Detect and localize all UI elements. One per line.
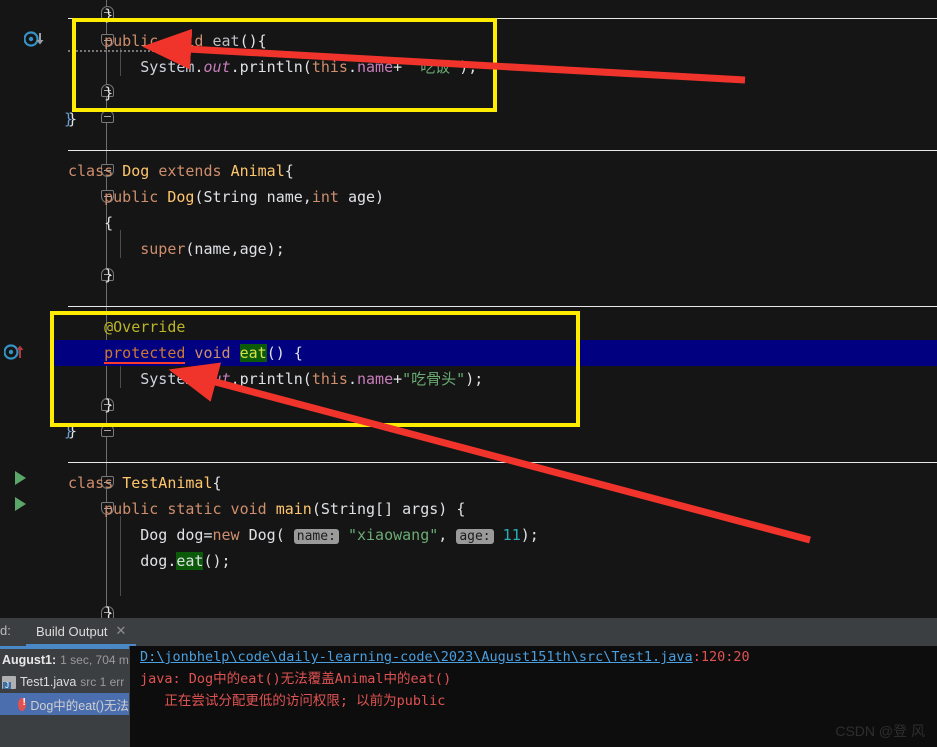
watermark: CSDN @登 风 xyxy=(835,723,925,739)
build-file-detail: src 1 err xyxy=(80,675,125,689)
build-error-title: Dog中的eat()无法 xyxy=(30,698,129,713)
build-tree-error[interactable]: Dog中的eat()无法 xyxy=(0,693,129,715)
run-class-icon[interactable] xyxy=(15,471,26,485)
code-line[interactable]: dog.eat(); xyxy=(0,548,937,574)
build-tree-root[interactable]: August1: 1 sec, 704 ms xyxy=(0,649,129,671)
panel-tabbar[interactable]: d: Build Output ✕ xyxy=(0,618,937,646)
code-line[interactable]: { xyxy=(0,210,937,236)
build-root-title: August1: xyxy=(2,653,57,667)
code-line-selected[interactable]: protected void eat() { xyxy=(0,340,937,366)
code-text[interactable]: } public void eat(){ System.out.println(… xyxy=(0,0,937,618)
code-line[interactable]: } xyxy=(0,418,937,444)
output-line-detail: 正在尝试分配更低的访问权限; 以前为public xyxy=(140,693,446,709)
build-file-name: Test1.java xyxy=(20,675,77,689)
panel-tab-prefix: d: xyxy=(0,623,11,638)
code-line[interactable]: public Dog(String name,int age) xyxy=(0,184,937,210)
build-root-duration: 1 sec, 704 ms xyxy=(60,653,129,667)
code-line[interactable]: } xyxy=(0,262,937,288)
code-line[interactable]: super(name,age); xyxy=(0,236,937,262)
tab-build-output[interactable]: Build Output ✕ xyxy=(26,618,137,646)
code-line[interactable]: System.out.println(this.name+"吃骨头"); xyxy=(0,366,937,392)
matching-brace-hint: } xyxy=(64,422,74,440)
code-line[interactable]: } xyxy=(0,106,937,132)
build-tree[interactable]: August1: 1 sec, 704 ms Test1.java src 1 … xyxy=(0,646,129,747)
matching-brace-hint: } xyxy=(64,110,74,128)
close-icon[interactable]: ✕ xyxy=(116,623,127,639)
code-editor[interactable]: } public void eat(){ System.out.println(… xyxy=(0,0,937,618)
code-line[interactable]: } xyxy=(0,2,937,28)
output-file-link[interactable]: D:\jonbhelp\code\daily-learning-code\202… xyxy=(140,649,693,665)
java-file-icon xyxy=(2,675,16,689)
editor-gutter[interactable] xyxy=(0,0,50,618)
code-line[interactable]: Dog dog=new Dog( name: "xiaowang", age: … xyxy=(0,522,937,548)
scrollbar-horizontal[interactable] xyxy=(0,646,129,649)
code-line[interactable]: @Override xyxy=(0,314,937,340)
code-line[interactable]: public static void main(String[] args) { xyxy=(0,496,937,522)
code-line[interactable]: class Dog extends Animal{ xyxy=(0,158,937,184)
build-panel[interactable]: d: Build Output ✕ August1: 1 sec, 704 ms… xyxy=(0,618,937,747)
overriding-method-icon[interactable] xyxy=(3,342,24,362)
code-line[interactable]: } xyxy=(0,80,937,106)
run-method-icon[interactable] xyxy=(15,497,26,511)
tab-build-output-label: Build Output xyxy=(36,623,108,639)
output-file-location: :120:20 xyxy=(692,649,750,665)
output-line-error: java: Dog中的eat()无法覆盖Animal中的eat() xyxy=(140,671,452,687)
error-icon xyxy=(18,697,27,711)
code-line[interactable]: System.out.println(this.name+ "吃饭"); xyxy=(0,54,937,80)
output-line-path[interactable]: D:\jonbhelp\code\daily-learning-code\202… xyxy=(130,646,937,668)
code-line[interactable]: } xyxy=(0,600,937,618)
overridden-method-icon[interactable] xyxy=(23,30,44,50)
build-tree-file[interactable]: Test1.java src 1 err xyxy=(0,671,129,693)
code-line[interactable]: public void eat(){ xyxy=(0,28,937,54)
code-line[interactable]: class TestAnimal{ xyxy=(0,470,937,496)
code-line[interactable]: } xyxy=(0,392,937,418)
build-output-console[interactable]: D:\jonbhelp\code\daily-learning-code\202… xyxy=(130,646,937,747)
